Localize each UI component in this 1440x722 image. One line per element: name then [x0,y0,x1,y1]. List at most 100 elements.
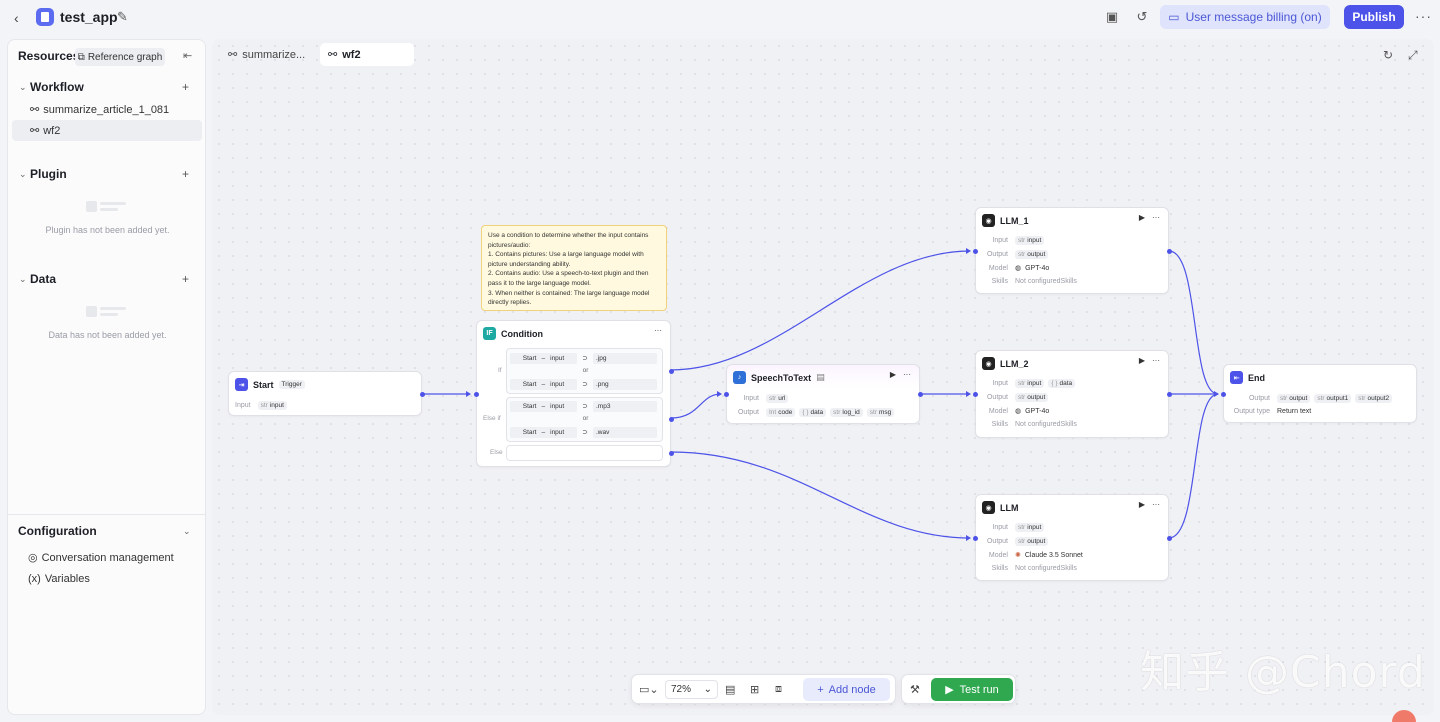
param-tag: Int code [766,408,796,417]
output-handle[interactable] [1167,536,1172,541]
minimap-icon[interactable]: ▭⌄ [639,683,659,696]
chevron-down-icon[interactable]: ⌄ [19,82,27,93]
input-handle[interactable] [474,392,479,397]
condition-operator[interactable]: ⊃ [577,428,593,436]
tab-label: summarize... [242,48,306,61]
row-label: Input [992,237,1008,244]
row-label: Input [992,380,1008,387]
start-node[interactable]: ⇥ Start Trigger Input str input [228,371,425,416]
play-icon[interactable]: ▶ [1139,213,1145,222]
input-row: Input str input [982,236,1045,245]
collapse-sidebar-icon[interactable]: ⇤ [183,49,192,62]
llm-2-node[interactable]: ◉ LLM_2 ▶ ··· Input str input { } data Out… [973,350,1172,438]
node-header: ♪ SpeechToText ▤ [733,371,825,384]
condition-left[interactable]: Start – input [510,378,577,390]
more-icon[interactable]: ··· [1152,213,1160,222]
condition-operator[interactable]: ⊃ [577,354,593,362]
if-output-handle[interactable] [669,369,674,374]
else-branch [506,445,663,461]
condition-left[interactable]: Start – input [510,426,577,438]
more-icon[interactable]: ··· [1152,500,1160,509]
skills-row: Skills Not configuredSkills [982,565,1077,572]
output-handle[interactable] [918,392,923,397]
reference-graph-button[interactable]: ⧉ Reference graph [75,48,165,66]
workflow-item-label: summarize_article_1_081 [43,103,170,116]
sidebar-item-variables[interactable]: (x) Variables [28,573,90,585]
publish-button[interactable]: Publish [1344,5,1404,29]
sidebar-item-workflow[interactable]: ⚯ summarize_article_1_081 [12,99,202,120]
output-handle[interactable] [1167,249,1172,254]
llm-node[interactable]: ◉ LLM ▶ ··· Input str input Output str out… [973,494,1172,581]
speech-to-text-node[interactable]: ♪ SpeechToText ▤ ▶ ··· Input str url Outp… [724,364,923,424]
llm-icon: ◉ [982,214,995,227]
chevron-down-icon[interactable]: ⌄ [19,169,27,180]
add-plugin-icon[interactable]: + [182,167,189,181]
more-icon[interactable]: ··· [903,370,911,379]
condition-value[interactable]: .mp3 [593,400,657,412]
input-handle[interactable] [724,392,729,397]
else-output-handle[interactable] [669,451,674,456]
workflow-title[interactable]: Workflow [30,80,84,94]
comment-icon[interactable]: ▤ [725,683,735,696]
plugin-title[interactable]: Plugin [30,167,67,181]
play-icon[interactable]: ▶ [1139,356,1145,365]
output-handle[interactable] [420,392,425,397]
condition-value[interactable]: .wav [593,426,657,438]
param-tag: str msg [866,408,895,417]
input-handle[interactable] [973,392,978,397]
layout-icon[interactable]: ⊞ [750,683,759,696]
data-title[interactable]: Data [30,272,56,286]
refresh-icon[interactable]: ↻ [1383,48,1393,62]
condition-value[interactable]: .png [593,378,657,390]
elseif-output-handle[interactable] [669,417,674,422]
row-label: Model [988,551,1008,559]
play-icon[interactable]: ▶ [890,370,896,379]
output-handle[interactable] [1167,392,1172,397]
model-name: GPT-4o [1025,264,1050,272]
end-icon: ⇤ [1230,371,1243,384]
tab-wf2[interactable]: ⚯ wf2 [320,43,414,66]
node-actions: ▶ ··· [1139,356,1160,365]
more-icon[interactable]: ··· [1415,8,1432,24]
configuration-title[interactable]: Configuration [18,524,97,538]
llm-1-node[interactable]: ◉ LLM_1 ▶ ··· Input str input Output str o… [973,207,1172,294]
play-icon[interactable]: ▶ [1139,500,1145,509]
more-icon[interactable]: ··· [654,326,662,335]
tab-summarize[interactable]: ⚯ summarize... [220,43,320,66]
else-label: Else [490,449,503,456]
user-message-billing-button[interactable]: ▭ User message billing (on) [1160,5,1330,29]
condition-node[interactable]: IF Condition ··· If Start – input ⊃ .jpg o… [474,320,674,467]
input-handle[interactable] [973,249,978,254]
chevron-down-icon[interactable]: ⌄ [19,274,27,285]
input-handle[interactable] [1221,392,1226,397]
add-workflow-icon[interactable]: + [182,80,189,94]
sidebar-item-conversation-management[interactable]: ◎ Conversation management [28,551,174,565]
comment-note[interactable]: Use a condition to determine whether the… [481,225,667,311]
node-actions: ▶ ··· [1139,500,1160,509]
chevron-down-icon[interactable]: ⌄ [183,526,191,537]
edit-icon[interactable]: ✎ [117,9,128,25]
debug-tool-icon[interactable]: ⚒ [910,683,920,696]
end-node[interactable]: ⇤ End Output str output str output1 str out… [1221,364,1417,423]
zoom-select[interactable]: 72% ⌄ [665,680,718,699]
back-icon[interactable]: ‹ [14,10,28,26]
add-node-button[interactable]: + Add node [803,678,890,701]
app-icon [36,8,54,26]
more-icon[interactable]: ··· [1152,356,1160,365]
condition-left[interactable]: Start – input [510,400,577,412]
skills-value: Not configuredSkills [1015,565,1077,572]
condition-value[interactable]: .jpg [593,352,657,364]
save-icon[interactable]: ▣ [1104,9,1120,25]
test-run-button[interactable]: ▶ Test run [931,678,1013,701]
condition-operator[interactable]: ⊃ [577,402,593,410]
fullscreen-icon[interactable]: ⤢ [1408,48,1418,63]
add-data-icon[interactable]: + [182,272,189,286]
condition-left[interactable]: Start – input [510,352,577,364]
input-handle[interactable] [973,536,978,541]
history-icon[interactable]: ↺ [1134,9,1150,25]
tab-label: wf2 [342,48,361,61]
node-actions: ▶ ··· [890,370,911,379]
condition-operator[interactable]: ⊃ [577,380,593,388]
sidebar-item-workflow[interactable]: ⚯ wf2 [12,120,202,141]
fit-view-icon[interactable]: ⧈ [775,683,782,696]
